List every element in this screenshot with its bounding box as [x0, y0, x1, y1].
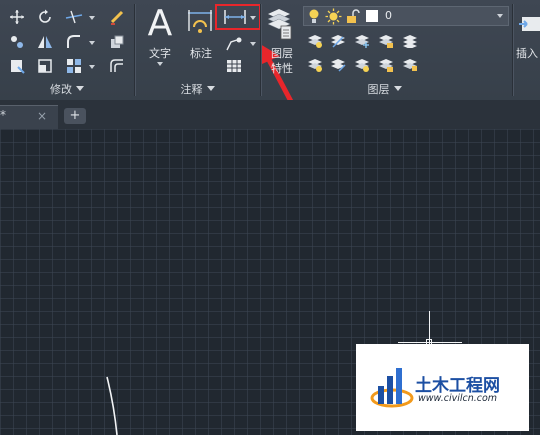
annotation-panel-title[interactable]: 注释 — [135, 81, 260, 96]
close-icon[interactable]: × — [37, 109, 47, 123]
document-tab-name: * — [0, 108, 6, 122]
sun-icon — [325, 8, 342, 25]
document-tab[interactable]: * × — [0, 105, 58, 130]
text-button-label[interactable]: 文字 — [143, 45, 177, 61]
trim-icon[interactable] — [64, 8, 84, 26]
insert-button-label[interactable]: 插入 — [516, 45, 540, 61]
explode-icon[interactable] — [107, 33, 127, 51]
ribbon: 修改 A 文字 标注 注释 图层 特性 0 图层 插入 — [0, 0, 540, 128]
chevron-down-icon — [206, 86, 215, 91]
chevron-down-icon — [76, 86, 84, 91]
layer-thaw-icon[interactable] — [352, 56, 372, 74]
annotation-panel-label: 注释 — [180, 82, 203, 96]
array-icon[interactable] — [64, 57, 84, 75]
layer-unlock-icon[interactable] — [376, 56, 396, 74]
layer-isolate-icon[interactable] — [328, 32, 348, 50]
dimension-button-label[interactable]: 标注 — [183, 45, 219, 61]
layer-lock-icon[interactable] — [376, 32, 396, 50]
dimension-icon[interactable] — [184, 6, 216, 38]
layer-match-icon[interactable] — [400, 32, 420, 50]
scale-icon[interactable] — [35, 57, 55, 75]
layer-properties-icon[interactable] — [264, 5, 294, 41]
layer-copy-icon[interactable] — [400, 56, 420, 74]
file-tab-bar: * × + — [0, 100, 540, 130]
text-dropdown-icon[interactable] — [157, 62, 163, 66]
layers-panel-label: 图层 — [367, 82, 390, 96]
layer-props-label-1[interactable]: 图层 — [266, 45, 298, 61]
lightbulb-icon — [309, 9, 319, 23]
array-dropdown-icon[interactable] — [89, 65, 95, 69]
move-icon[interactable] — [7, 8, 27, 26]
layer-props-label-2[interactable]: 特性 — [266, 60, 298, 76]
layers-panel-title[interactable]: 图层 — [261, 81, 508, 96]
highlight-box — [215, 4, 261, 30]
insert-block-icon[interactable] — [518, 10, 540, 38]
layer-on-icon[interactable] — [305, 56, 325, 74]
stretch-icon[interactable] — [7, 57, 27, 75]
text-icon[interactable]: A — [145, 4, 175, 44]
fillet-dropdown-icon[interactable] — [89, 41, 95, 45]
watermark-url: www.civilcn.com — [418, 393, 498, 404]
fillet-icon[interactable] — [64, 33, 84, 51]
layer-unisolate-icon[interactable] — [328, 56, 348, 74]
modify-panel-label: 修改 — [50, 82, 72, 96]
table-icon[interactable] — [224, 57, 244, 75]
chevron-down-icon — [393, 86, 402, 91]
trim-dropdown-icon[interactable] — [89, 16, 95, 20]
layer-off-icon[interactable] — [305, 32, 325, 50]
watermark: 土木工程网 www.civilcn.com — [356, 344, 529, 431]
layer-freeze-icon[interactable] — [352, 32, 372, 50]
rotate-icon[interactable] — [35, 8, 55, 26]
chevron-down-icon — [497, 14, 503, 18]
offset-icon[interactable] — [107, 57, 127, 75]
mirror-icon[interactable] — [35, 33, 55, 51]
new-tab-button[interactable]: + — [64, 108, 86, 124]
layer-dropdown[interactable]: 0 — [303, 6, 509, 26]
unlock-icon — [347, 9, 360, 23]
erase-icon[interactable] — [107, 8, 127, 26]
color-swatch — [366, 10, 378, 22]
leader-dropdown-icon[interactable] — [250, 42, 256, 46]
watermark-logo-icon — [370, 368, 414, 408]
leader-icon[interactable] — [224, 35, 244, 53]
arc-geometry — [106, 376, 118, 435]
current-layer-name: 0 — [385, 9, 392, 22]
panel-divider — [512, 4, 513, 96]
modify-panel-title[interactable]: 修改 — [0, 81, 134, 96]
copy-icon[interactable] — [7, 33, 27, 51]
